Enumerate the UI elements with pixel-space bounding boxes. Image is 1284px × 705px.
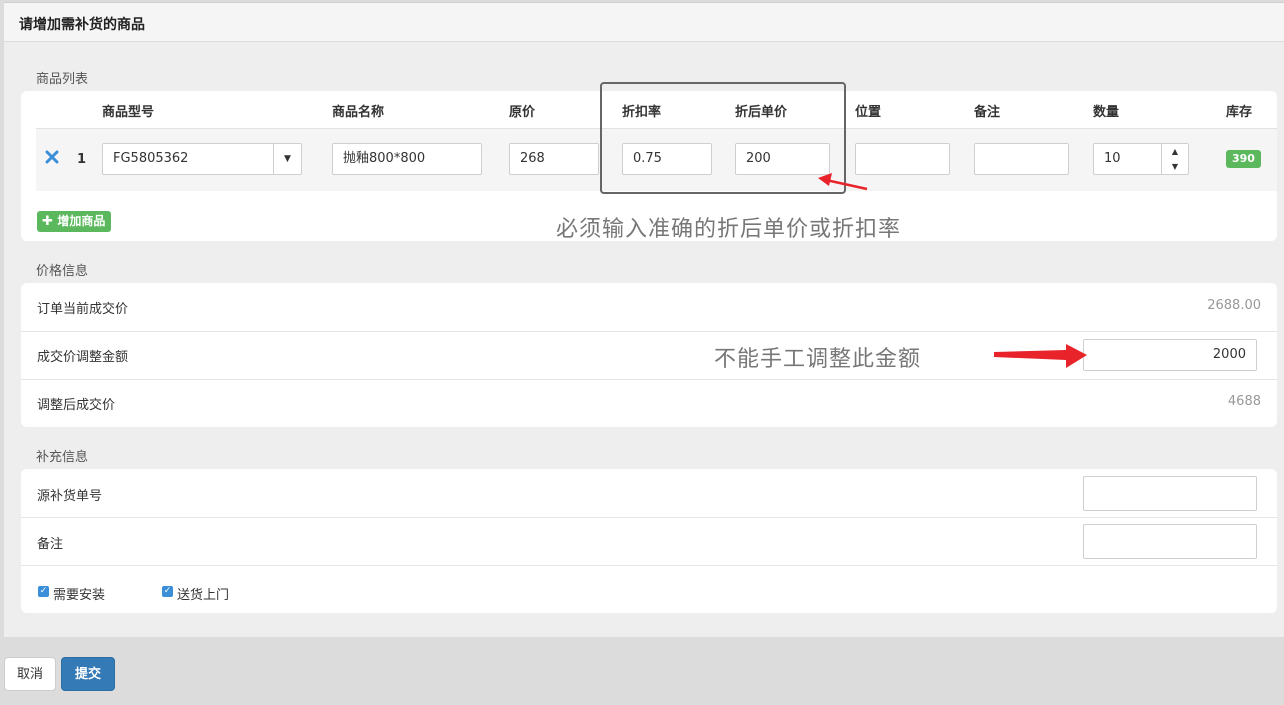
spin-down-icon[interactable]: ▼ [1162,159,1188,174]
install-checkbox[interactable]: ✓ [38,586,49,597]
final-price-row: 调整后成交价 4688 [21,379,1277,427]
caret-down-icon: ▼ [273,144,301,174]
extra-note-input[interactable] [1083,524,1257,559]
modal-header: 请增加需补货的商品 [4,3,1284,42]
current-price-label: 订单当前成交价 [37,302,129,317]
location-input[interactable] [855,143,950,175]
final-price-value: 4688 [1227,394,1261,409]
source-order-label: 源补货单号 [37,489,103,504]
quantity-stepper[interactable]: 10 ▲ ▼ [1093,143,1189,175]
final-price-label: 调整后成交价 [37,398,116,413]
extra-note-row: 备注 [21,517,1277,566]
modal-title: 请增加需补货的商品 [19,17,145,33]
model-select-value: FG5805362 [113,151,189,166]
header-note: 备注 [974,105,1001,120]
current-price-row: 订单当前成交价 2688.00 [21,283,1277,332]
product-section-label: 商品列表 [36,72,89,87]
header-location: 位置 [855,105,882,120]
plus-icon: ✚ [42,214,58,229]
adjust-annotation: 不能手工调整此金额 [714,347,922,372]
add-product-label: 增加商品 [57,214,106,228]
current-price-value: 2688.00 [1207,298,1261,313]
spin-up-icon[interactable]: ▲ [1162,144,1188,159]
install-label: 需要安装 [53,588,106,603]
header-stock: 库存 [1226,105,1253,120]
delivery-label: 送货上门 [177,588,230,603]
row-index: 1 [77,152,87,167]
quantity-value: 10 [1104,151,1121,166]
extra-card: 源补货单号 备注 ✓ 需要安装 ✓ 送货上门 [21,469,1277,613]
modal-dialog: 请增加需补货的商品 商品列表 商品型号 商品名称 原价 折扣率 折后单价 位置 … [4,2,1284,637]
highlight-box [600,82,846,194]
submit-button[interactable]: 提交 [61,657,115,691]
header-orig-price: 原价 [509,105,536,120]
header-qty: 数量 [1093,105,1120,120]
extra-section-label: 补充信息 [36,450,89,465]
product-name-input[interactable]: 抛釉800*800 [332,143,482,175]
cancel-button[interactable]: 取消 [4,657,56,691]
price-card: 订单当前成交价 2688.00 成交价调整金额 不能手工调整此金额 2000 调… [21,283,1277,427]
header-name: 商品名称 [332,105,385,120]
orig-price-input[interactable]: 268 [509,143,599,175]
source-order-row: 源补货单号 [21,469,1277,518]
source-order-input[interactable] [1083,476,1257,511]
price-section-label: 价格信息 [36,264,89,279]
close-icon[interactable] [45,150,59,164]
quantity-spinner: ▲ ▼ [1161,144,1188,174]
adjust-price-row: 成交价调整金额 不能手工调整此金额 2000 [21,331,1277,380]
note-input[interactable] [974,143,1069,175]
add-product-button[interactable]: ✚ 增加商品 [37,211,112,232]
stock-badge: 390 [1226,150,1261,168]
extra-note-label: 备注 [37,537,64,552]
adjust-price-label: 成交价调整金额 [37,350,129,365]
delivery-checkbox[interactable]: ✓ [162,586,173,597]
model-select[interactable]: FG5805362 ▼ [102,143,302,175]
discount-annotation: 必须输入准确的折后单价或折扣率 [556,217,902,242]
adjust-amount-input[interactable]: 2000 [1083,339,1257,371]
header-model: 商品型号 [102,105,155,120]
